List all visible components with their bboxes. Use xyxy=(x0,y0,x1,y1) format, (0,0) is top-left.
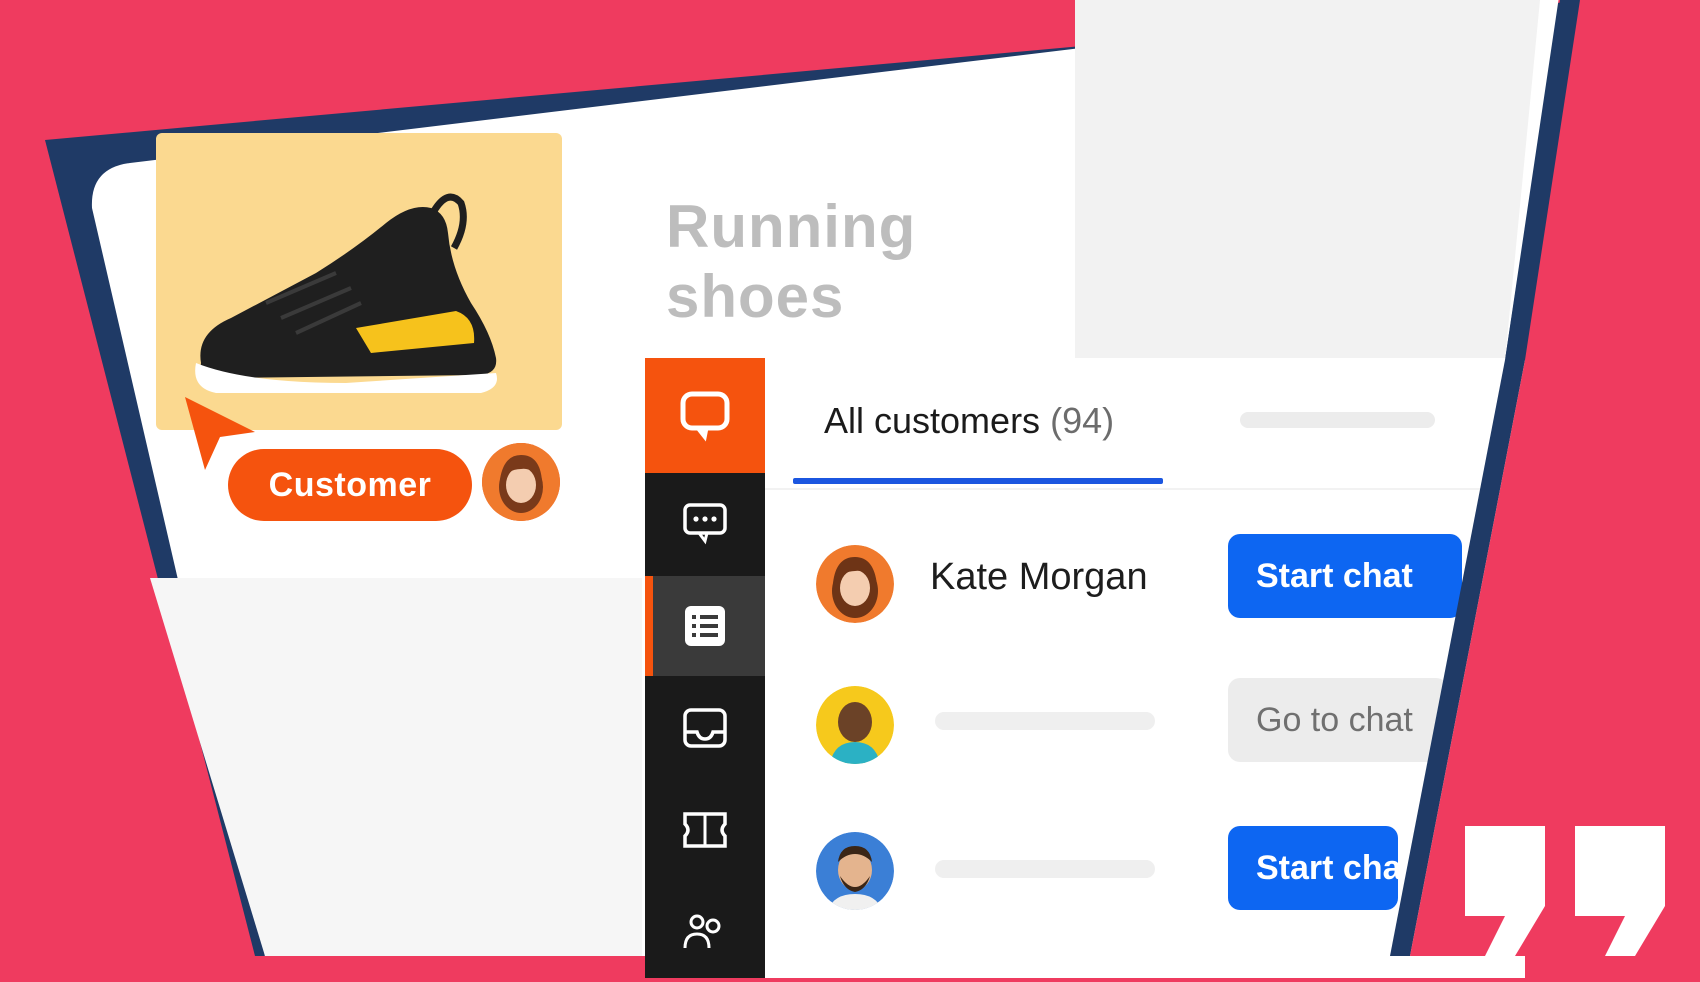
quote-mark-icon xyxy=(1465,826,1665,956)
frame-edge xyxy=(1390,0,1700,956)
